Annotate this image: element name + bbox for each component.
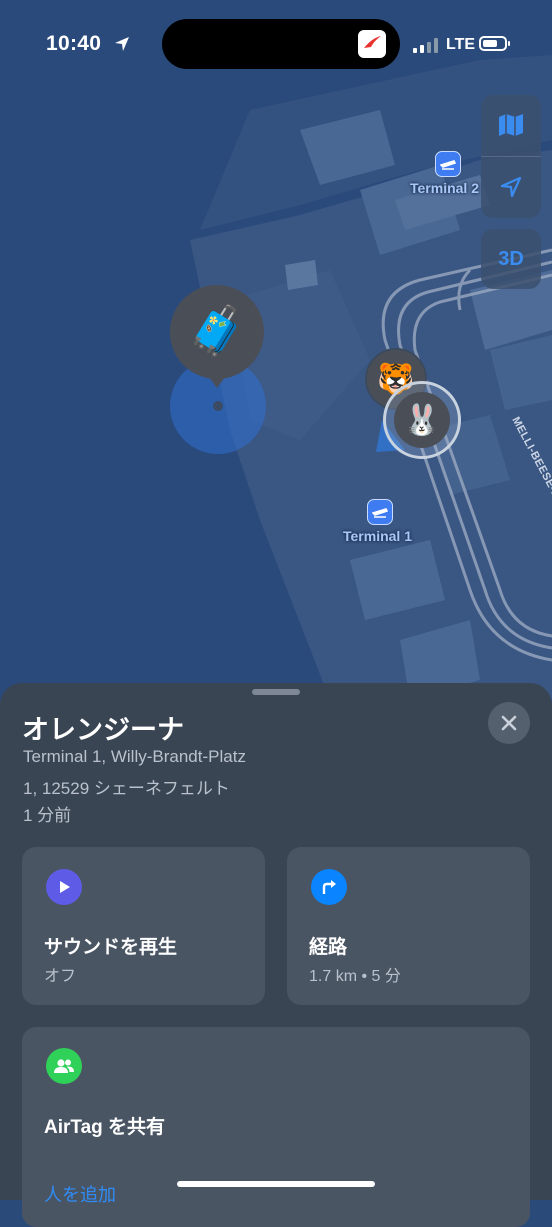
people-icon — [46, 1048, 82, 1084]
dynamic-island — [162, 19, 400, 69]
directions-title: 経路 — [309, 937, 348, 958]
add-people-link[interactable]: 人を追加 — [44, 1181, 116, 1207]
location-services-icon — [115, 37, 129, 51]
location-arrow-icon — [500, 176, 522, 198]
address-line-2: 1, 12529 シェーネフェルト — [23, 779, 230, 798]
terminal-2-label[interactable]: Terminal 2 — [410, 180, 479, 196]
play-sound-card[interactable]: サウンドを再生 オフ — [22, 847, 265, 1005]
status-time: 10:40 — [46, 32, 102, 55]
airport-terminal-1-icon[interactable] — [367, 499, 393, 525]
battery-icon — [479, 36, 510, 51]
directions-distance: 1.7 km • 5 分 — [309, 968, 401, 985]
rabbit-icon: 🐰 — [403, 403, 441, 437]
airport-terminal-2-icon[interactable] — [435, 151, 461, 177]
item-detail-sheet: オレンジーナ Terminal 1, Willy-Brandt-Platz 1,… — [0, 683, 552, 1227]
home-indicator[interactable] — [177, 1181, 375, 1187]
close-icon — [501, 715, 517, 731]
map-icon — [499, 114, 523, 136]
status-bar: 10:40 LTE — [0, 0, 552, 90]
map-mode-button[interactable] — [481, 95, 541, 155]
terminal-1-label[interactable]: Terminal 1 — [343, 528, 412, 544]
play-sound-status: オフ — [44, 968, 77, 985]
signal-strength-icon — [413, 38, 438, 53]
directions-icon — [311, 869, 347, 905]
play-sound-title: サウンドを再生 — [44, 937, 178, 958]
view-3d-button[interactable]: 3D — [481, 229, 541, 289]
close-button[interactable] — [488, 702, 530, 744]
sheet-grabber[interactable] — [252, 689, 300, 695]
share-airtag-title: AirTag を共有 — [44, 1117, 166, 1138]
play-icon — [46, 869, 82, 905]
track-location-button[interactable] — [481, 157, 541, 217]
map-controls — [481, 95, 541, 218]
network-type: LTE — [446, 36, 476, 53]
person-pin-rabbit[interactable]: 🐰 — [383, 381, 461, 459]
last-updated: 1 分前 — [23, 806, 72, 825]
map-view[interactable] — [0, 0, 552, 700]
rabbit-avatar: 🐰 — [394, 392, 450, 448]
luggage-icon: 🧳 — [187, 305, 247, 358]
app-activity-icon — [358, 30, 386, 58]
directions-card[interactable]: 経路 1.7 km • 5 分 — [287, 847, 530, 1005]
address-line-1: Terminal 1, Willy-Brandt-Platz — [23, 747, 246, 766]
item-title: オレンジーナ — [22, 715, 184, 745]
airtag-pin[interactable]: 🧳 — [168, 283, 266, 388]
